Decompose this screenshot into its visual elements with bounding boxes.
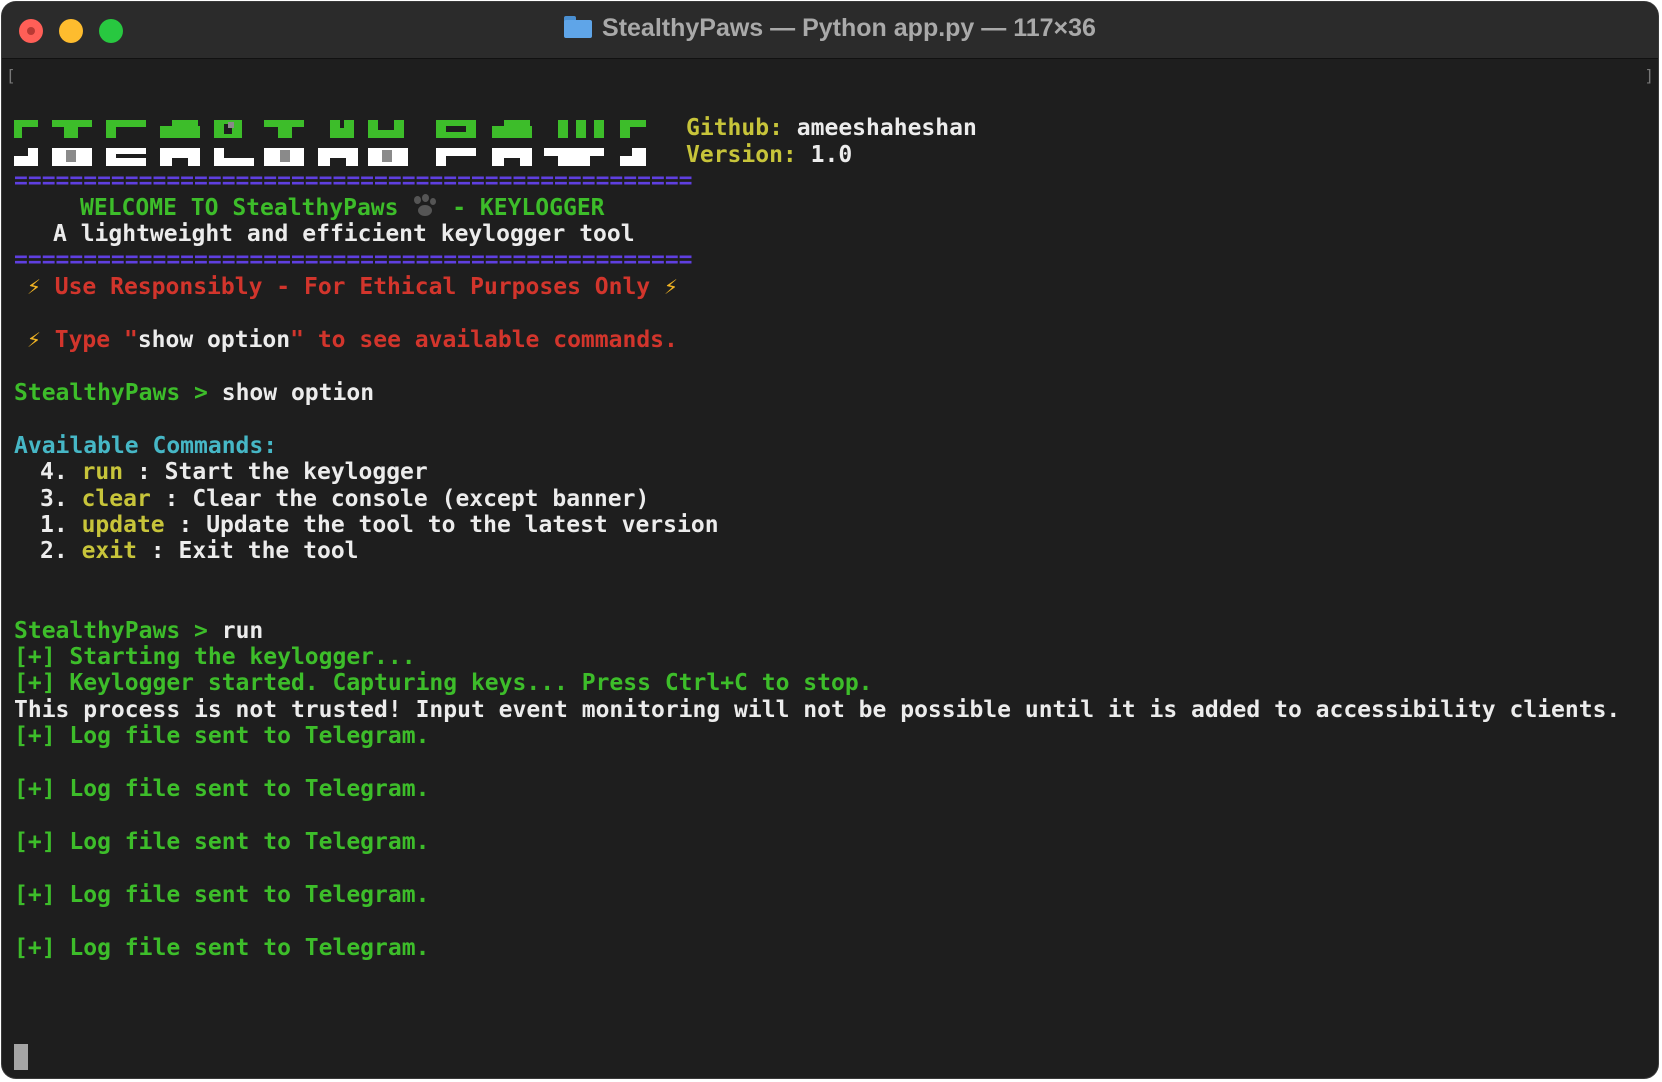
commands-heading: Available Commands:: [14, 433, 278, 459]
command-description: : Start the keylogger: [123, 459, 428, 485]
lightning-icon: ⚡: [27, 274, 41, 300]
title-bar: StealthyPaws — Python app.py — 117×36: [2, 2, 1658, 59]
text-cursor: [14, 1044, 28, 1070]
output-starting: [+] Starting the keylogger...: [14, 644, 416, 670]
window-title-text: StealthyPaws — Python app.py — 117×36: [602, 14, 1096, 42]
prompt-line-2: StealthyPaws > run: [14, 617, 263, 645]
command-item: 1. update : Update the tool to the lates…: [40, 511, 719, 539]
command-name: exit: [81, 538, 137, 564]
command-description: : Exit the tool: [136, 538, 359, 564]
lightning-icon: ⚡: [27, 327, 41, 353]
lightning-icon: ⚡: [664, 274, 678, 300]
command-name: run: [81, 459, 124, 485]
right-bracket: ]: [1644, 66, 1654, 85]
terminal-output[interactable]: Github: ameeshaheshan Version: 1.0 =====…: [14, 62, 1644, 1072]
version-value: 1.0: [810, 142, 853, 168]
version-label: Version:: [686, 142, 797, 168]
warning-line: ⚡ Use Responsibly - For Ethical Purposes…: [27, 273, 678, 301]
github-value: ameeshaheshan: [796, 115, 977, 141]
github-line: Github: ameeshaheshan: [686, 114, 977, 142]
prompt-line-1: StealthyPaws > show option: [14, 379, 374, 407]
welcome-line: WELCOME TO StealthyPaws - KEYLOGGER: [80, 194, 605, 222]
output-log-sent: [+] Log file sent to Telegram.: [14, 723, 430, 749]
hint-line: ⚡ Type "show option" to see available co…: [27, 326, 678, 354]
hint-text-end: " to see available commands.: [290, 327, 678, 353]
command-name: clear: [81, 486, 151, 512]
command-description: : Update the tool to the latest version: [164, 512, 719, 538]
banner-separator-top: ========================================…: [14, 168, 693, 194]
welcome-text: WELCOME TO StealthyPaws: [80, 195, 413, 221]
command-number: 3.: [40, 486, 68, 512]
banner-separator-bottom: ========================================…: [14, 247, 693, 273]
typed-command: run: [221, 618, 264, 644]
terminal-window: StealthyPaws — Python app.py — 117×36 [ …: [2, 2, 1658, 1078]
version-line: Version: 1.0: [686, 141, 852, 169]
command-number: 2.: [40, 538, 68, 564]
warning-text: Use Responsibly - For Ethical Purposes O…: [54, 274, 651, 300]
typed-command: show option: [221, 380, 375, 406]
window-title: StealthyPaws — Python app.py — 117×36: [2, 14, 1658, 43]
keylogger-title: - KEYLOGGER: [438, 195, 605, 221]
stealthypaws-logo-art: [14, 120, 646, 166]
command-name: update: [81, 512, 165, 538]
output-log-sent: [+] Log file sent to Telegram.: [14, 776, 430, 802]
output-log-sent: [+] Log file sent to Telegram.: [14, 829, 430, 855]
hint-text-start: Type ": [54, 327, 138, 353]
output-started: [+] Keylogger started. Capturing keys...…: [14, 670, 873, 696]
output-log-sent: [+] Log file sent to Telegram.: [14, 935, 430, 961]
github-label: Github:: [686, 115, 783, 141]
prompt: StealthyPaws >: [14, 380, 222, 406]
command-description: : Clear the console (except banner): [150, 486, 650, 512]
command-item: 3. clear : Clear the console (except ban…: [40, 485, 649, 513]
command-number: 4.: [40, 459, 68, 485]
prompt: StealthyPaws >: [14, 618, 222, 644]
command-item: 4. run : Start the keylogger: [40, 458, 428, 486]
tagline: A lightweight and efficient keylogger to…: [53, 221, 635, 247]
command-number: 1.: [40, 512, 68, 538]
paw-icon: [412, 194, 438, 218]
hint-command: show option: [137, 327, 291, 353]
output-untrusted-warning: This process is not trusted! Input event…: [14, 697, 1621, 723]
folder-icon: [564, 16, 593, 38]
command-item: 2. exit : Exit the tool: [40, 537, 359, 565]
output-log-sent: [+] Log file sent to Telegram.: [14, 882, 430, 908]
